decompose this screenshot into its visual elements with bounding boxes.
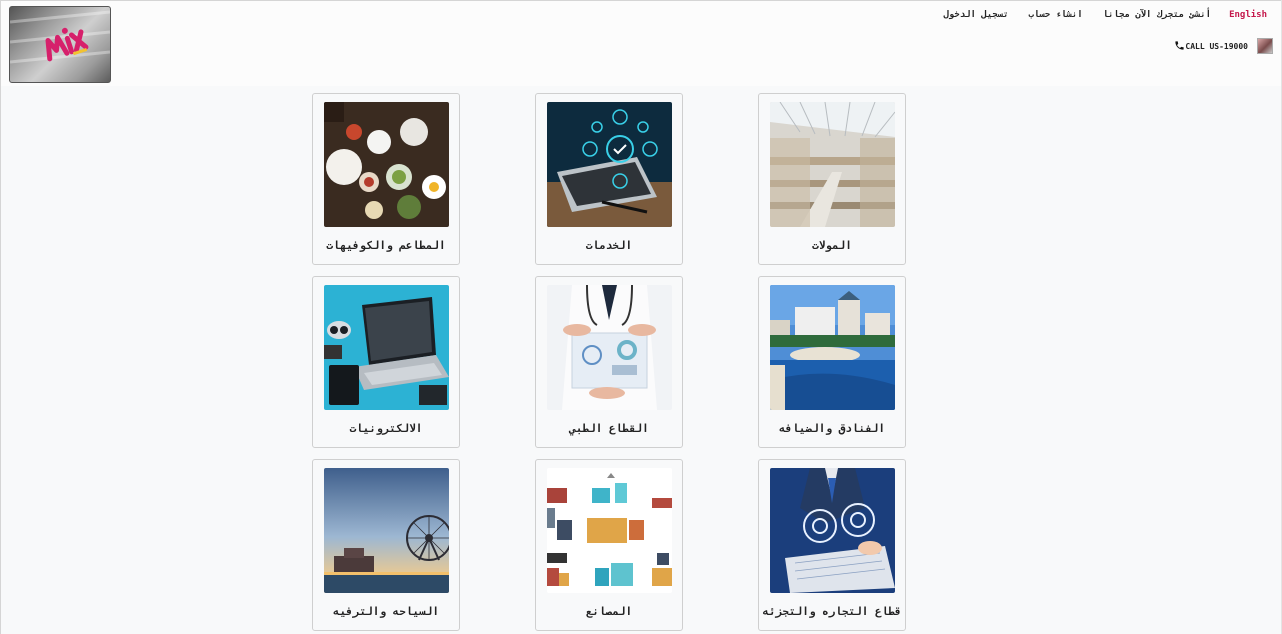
- country-flag-icon[interactable]: [1257, 38, 1273, 54]
- category-label: المطاعم والكوفيهات: [326, 239, 446, 252]
- category-card-trade[interactable]: قطاع التجاره والتجزئه: [758, 459, 906, 631]
- restaurants-image[interactable]: [324, 102, 449, 227]
- category-card-services[interactable]: الخدمات: [535, 93, 683, 265]
- hotels-image[interactable]: [770, 285, 895, 410]
- medical-image[interactable]: [547, 285, 672, 410]
- site-header: English أنشئ متجرك الآن مجانا انشاء حساب…: [1, 1, 1281, 86]
- language-switch-link[interactable]: English: [1229, 10, 1267, 20]
- category-card-hotels[interactable]: الفنادق والضيافه: [758, 276, 906, 448]
- category-card-factories[interactable]: المصانع: [535, 459, 683, 631]
- services-image[interactable]: [547, 102, 672, 227]
- category-card-medical[interactable]: القطاع الطبي: [535, 276, 683, 448]
- top-navigation: English أنشئ متجرك الآن مجانا انشاء حساب…: [923, 10, 1267, 20]
- factories-image[interactable]: [547, 468, 672, 593]
- login-link[interactable]: تسجيل الدخول: [943, 10, 1008, 20]
- category-label: قطاع التجاره والتجزئه: [762, 605, 902, 618]
- frame-left-border: [0, 0, 1, 634]
- create-account-link[interactable]: انشاء حساب: [1029, 10, 1083, 20]
- category-label: السياحه والترفيه: [333, 605, 439, 618]
- phone-icon: [1174, 40, 1185, 53]
- category-card-electronics[interactable]: الالكترونيات: [312, 276, 460, 448]
- site-logo[interactable]: [9, 6, 111, 83]
- open-store-link[interactable]: أنشئ متجرك الآن مجانا: [1103, 10, 1211, 20]
- logo-mark-icon: [10, 10, 110, 64]
- category-label: المولات: [812, 239, 852, 252]
- call-bar: CALL US-19000: [1170, 38, 1273, 54]
- mall-image[interactable]: [770, 102, 895, 227]
- category-card-tourism[interactable]: السياحه والترفيه: [312, 459, 460, 631]
- call-number[interactable]: CALL US-19000: [1185, 42, 1248, 51]
- category-card-malls[interactable]: المولات: [758, 93, 906, 265]
- category-label: المصانع: [585, 605, 633, 618]
- category-label: القطاع الطبي: [569, 422, 649, 435]
- trade-image[interactable]: [770, 468, 895, 593]
- category-label: الخدمات: [585, 239, 633, 252]
- tourism-image[interactable]: [324, 468, 449, 593]
- category-card-restaurants[interactable]: المطاعم والكوفيهات: [312, 93, 460, 265]
- electronics-image[interactable]: [324, 285, 449, 410]
- category-label: الالكترونيات: [349, 422, 423, 435]
- category-label: الفنادق والضيافه: [779, 422, 885, 435]
